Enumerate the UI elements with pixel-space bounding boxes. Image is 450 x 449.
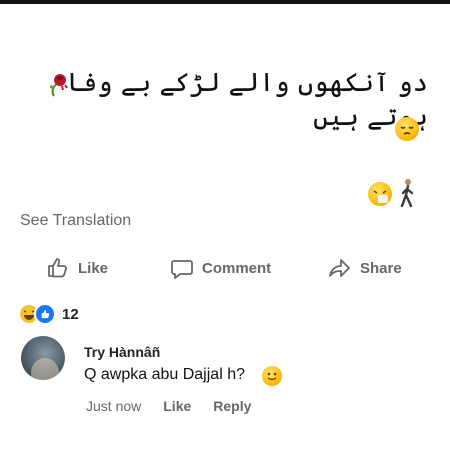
comment-like-button[interactable]: Like	[163, 398, 191, 414]
comment-timestamp: Just now	[86, 398, 142, 414]
pensive-face-emoji-icon	[395, 117, 419, 141]
reaction-count: 12	[62, 305, 79, 323]
comment-bubble-icon	[171, 260, 193, 279]
reaction-summary[interactable]: 12	[20, 303, 79, 325]
commenter-avatar[interactable]	[21, 336, 65, 380]
top-border	[0, 0, 450, 4]
thumbs-up-icon	[48, 258, 68, 278]
comment-text: Q awpka abu Dajjal h?	[84, 366, 245, 383]
post-actions-bar: Like Comment Share	[0, 250, 450, 286]
person-walking-icon	[400, 179, 414, 208]
see-translation-link[interactable]: See Translation	[20, 212, 131, 230]
wilted-rose-icon	[50, 74, 68, 97]
like-button[interactable]: Like	[46, 256, 108, 280]
comment-author[interactable]: Try Hànnâñ	[84, 344, 160, 360]
comment-button[interactable]: Comment	[170, 256, 271, 280]
like-reaction-icon	[34, 303, 56, 325]
share-label: Share	[360, 259, 402, 277]
sneezing-face-emoji-icon	[368, 182, 392, 206]
like-label: Like	[78, 259, 109, 277]
share-button[interactable]: Share	[328, 256, 402, 280]
comment-label: Comment	[202, 259, 272, 277]
slightly-smiling-face-icon	[262, 366, 282, 386]
share-arrow-icon	[329, 259, 350, 277]
comment-meta: Just now Like Reply	[86, 398, 251, 414]
comment-reply-button[interactable]: Reply	[213, 398, 251, 414]
